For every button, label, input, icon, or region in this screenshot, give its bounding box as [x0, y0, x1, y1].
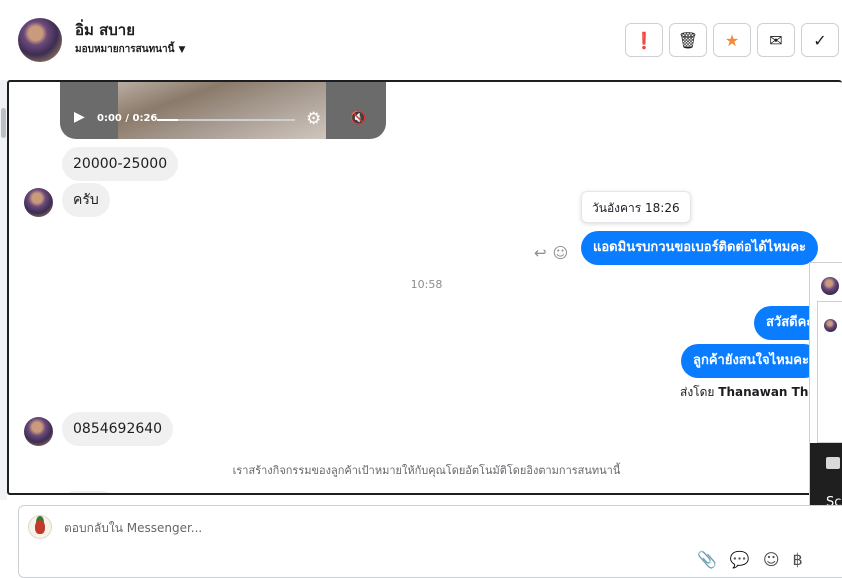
composer-tools: 📎 💬 ☺ ฿ [697, 550, 803, 569]
delete-button[interactable]: 🗑 [669, 23, 707, 57]
settings-icon[interactable]: ⚙ [306, 109, 321, 129]
trash-icon: 🗑 [677, 30, 699, 50]
payment-icon[interactable]: ฿ [793, 550, 803, 569]
lead-activity-note: เราสร้างกิจกรรมของลูกค้าเป้าหมายให้กับคุ… [232, 464, 621, 477]
message-bubble-incoming[interactable]: ครับ [62, 183, 110, 217]
message-bubble-incoming[interactable]: 0854692640 [62, 412, 174, 446]
star-icon: ★ [724, 30, 740, 50]
reply-composer: 📎 💬 ☺ ฿ [18, 505, 842, 578]
conversation-header: อิ่ม สบาย มอบหมายการสนทนานี้ ▼ ❗ 🗑 ★ ✉ ✓ [0, 0, 842, 80]
message-thread[interactable]: ▶ 0:00 / 0:26 ⚙ 🔇 20000-25000 ครับ วันอั… [7, 80, 842, 495]
header-actions: ❗ 🗑 ★ ✉ ✓ [625, 23, 839, 57]
audio-controls: ▶ 0:00 / 0:26 ⚙ 🔇 [60, 109, 386, 131]
message-hover-actions: ↩ ☺ [534, 244, 568, 262]
attach-icon[interactable]: 📎 [697, 550, 717, 569]
caret-down-icon: ▼ [178, 44, 186, 55]
reply-icon[interactable]: ↩ [534, 244, 547, 262]
audio-progress[interactable] [157, 119, 295, 121]
timestamp-tooltip: วันอังคาร 18:26 [581, 191, 691, 223]
message-bubble-outgoing[interactable]: แอดมินรบกวนขอเบอร์ติดต่อได้ไหมคะ [581, 231, 819, 265]
chat-head-avatar[interactable] [821, 277, 839, 295]
sent-by-label: ส่งโดย Thanawan Thon [680, 383, 825, 402]
assign-conversation-dropdown[interactable]: มอบหมายการสนทนานี้ ▼ [75, 42, 185, 57]
message-bubble-incoming[interactable]: 20000-25000 [62, 147, 179, 181]
contact-avatar-small[interactable] [24, 188, 53, 217]
mark-spam-button[interactable]: ❗ [625, 23, 663, 57]
contact-avatar-small[interactable] [24, 417, 53, 446]
saved-replies-icon[interactable]: 💬 [730, 550, 750, 569]
audio-time: 0:00 / 0:26 [97, 113, 158, 124]
emoji-icon[interactable]: ☺ [763, 550, 780, 569]
message-bubble-incoming-partial [64, 491, 114, 493]
mute-icon[interactable]: 🔇 [350, 111, 366, 126]
mark-unread-button[interactable]: ✉ [757, 23, 795, 57]
sent-by-prefix: ส่งโดย [680, 385, 715, 399]
left-scrollbar[interactable] [0, 80, 7, 500]
audio-player[interactable]: ▶ 0:00 / 0:26 ⚙ 🔇 [60, 82, 386, 139]
contact-avatar[interactable] [18, 18, 62, 62]
page-avatar [28, 515, 52, 539]
alert-icon: ❗ [634, 30, 654, 50]
message-bubble-outgoing[interactable]: ลูกค้ายังสนใจไหมคะ [681, 344, 821, 378]
play-icon[interactable]: ▶ [74, 109, 85, 125]
assign-label: มอบหมายการสนทนานี้ [75, 44, 175, 55]
app-icon [826, 457, 840, 469]
star-button[interactable]: ★ [713, 23, 751, 57]
react-icon[interactable]: ☺ [553, 244, 569, 262]
scrollbar-thumb[interactable] [1, 108, 6, 138]
contact-name[interactable]: อิ่ม สบาย [75, 18, 135, 42]
check-icon: ✓ [813, 30, 827, 50]
mark-done-button[interactable]: ✓ [801, 23, 839, 57]
envelope-icon: ✉ [769, 30, 783, 50]
chat-head-avatar[interactable] [824, 319, 837, 332]
reply-input[interactable] [64, 519, 664, 537]
mini-chat-window[interactable] [817, 301, 842, 443]
time-divider: 10:58 [410, 278, 443, 291]
